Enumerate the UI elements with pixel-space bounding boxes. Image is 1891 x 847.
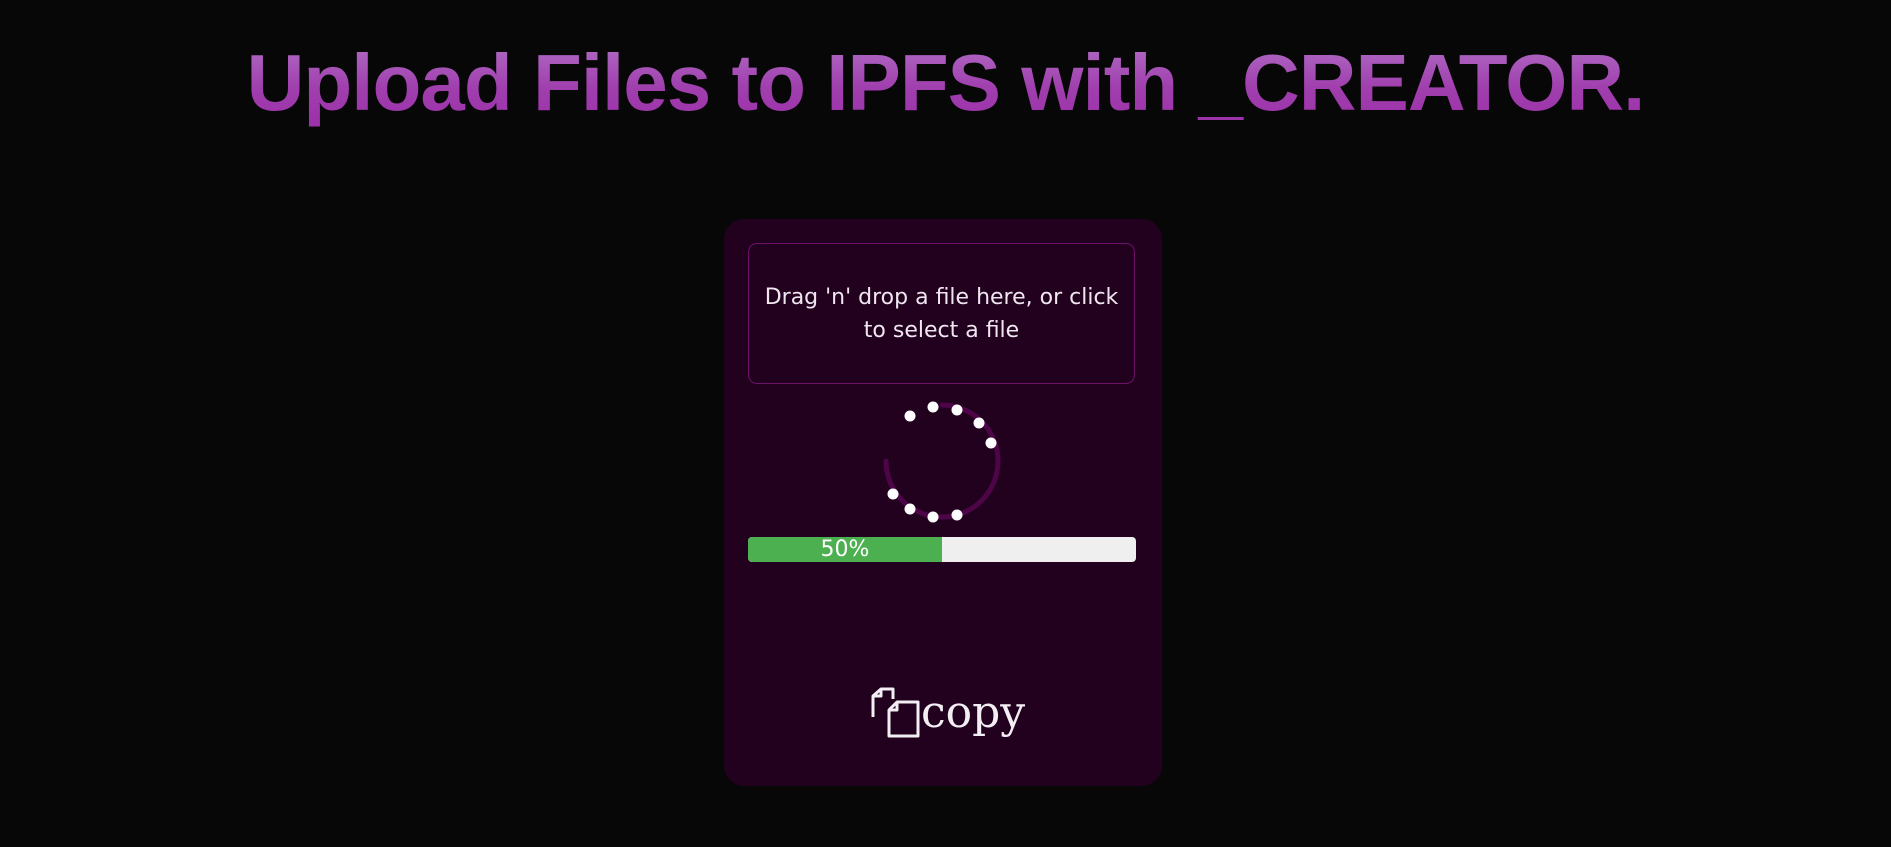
upload-progress-fill: 50% <box>748 537 942 562</box>
upload-card: Drag 'n' drop a file here, or click to s… <box>724 219 1162 786</box>
file-dropzone[interactable]: Drag 'n' drop a file here, or click to s… <box>748 243 1135 384</box>
copy-label: copy <box>921 687 1026 738</box>
upload-progress-bar: 50% <box>748 537 1136 562</box>
page-title: Upload Files to IPFS with _CREATOR. <box>0 34 1891 132</box>
loading-spinner-icon <box>883 401 1001 523</box>
dropzone-text: Drag 'n' drop a file here, or click to s… <box>764 284 1119 343</box>
copy-button[interactable]: copy <box>868 685 1025 741</box>
progress-percent-label: 50% <box>820 537 870 562</box>
copy-icon <box>871 687 920 738</box>
